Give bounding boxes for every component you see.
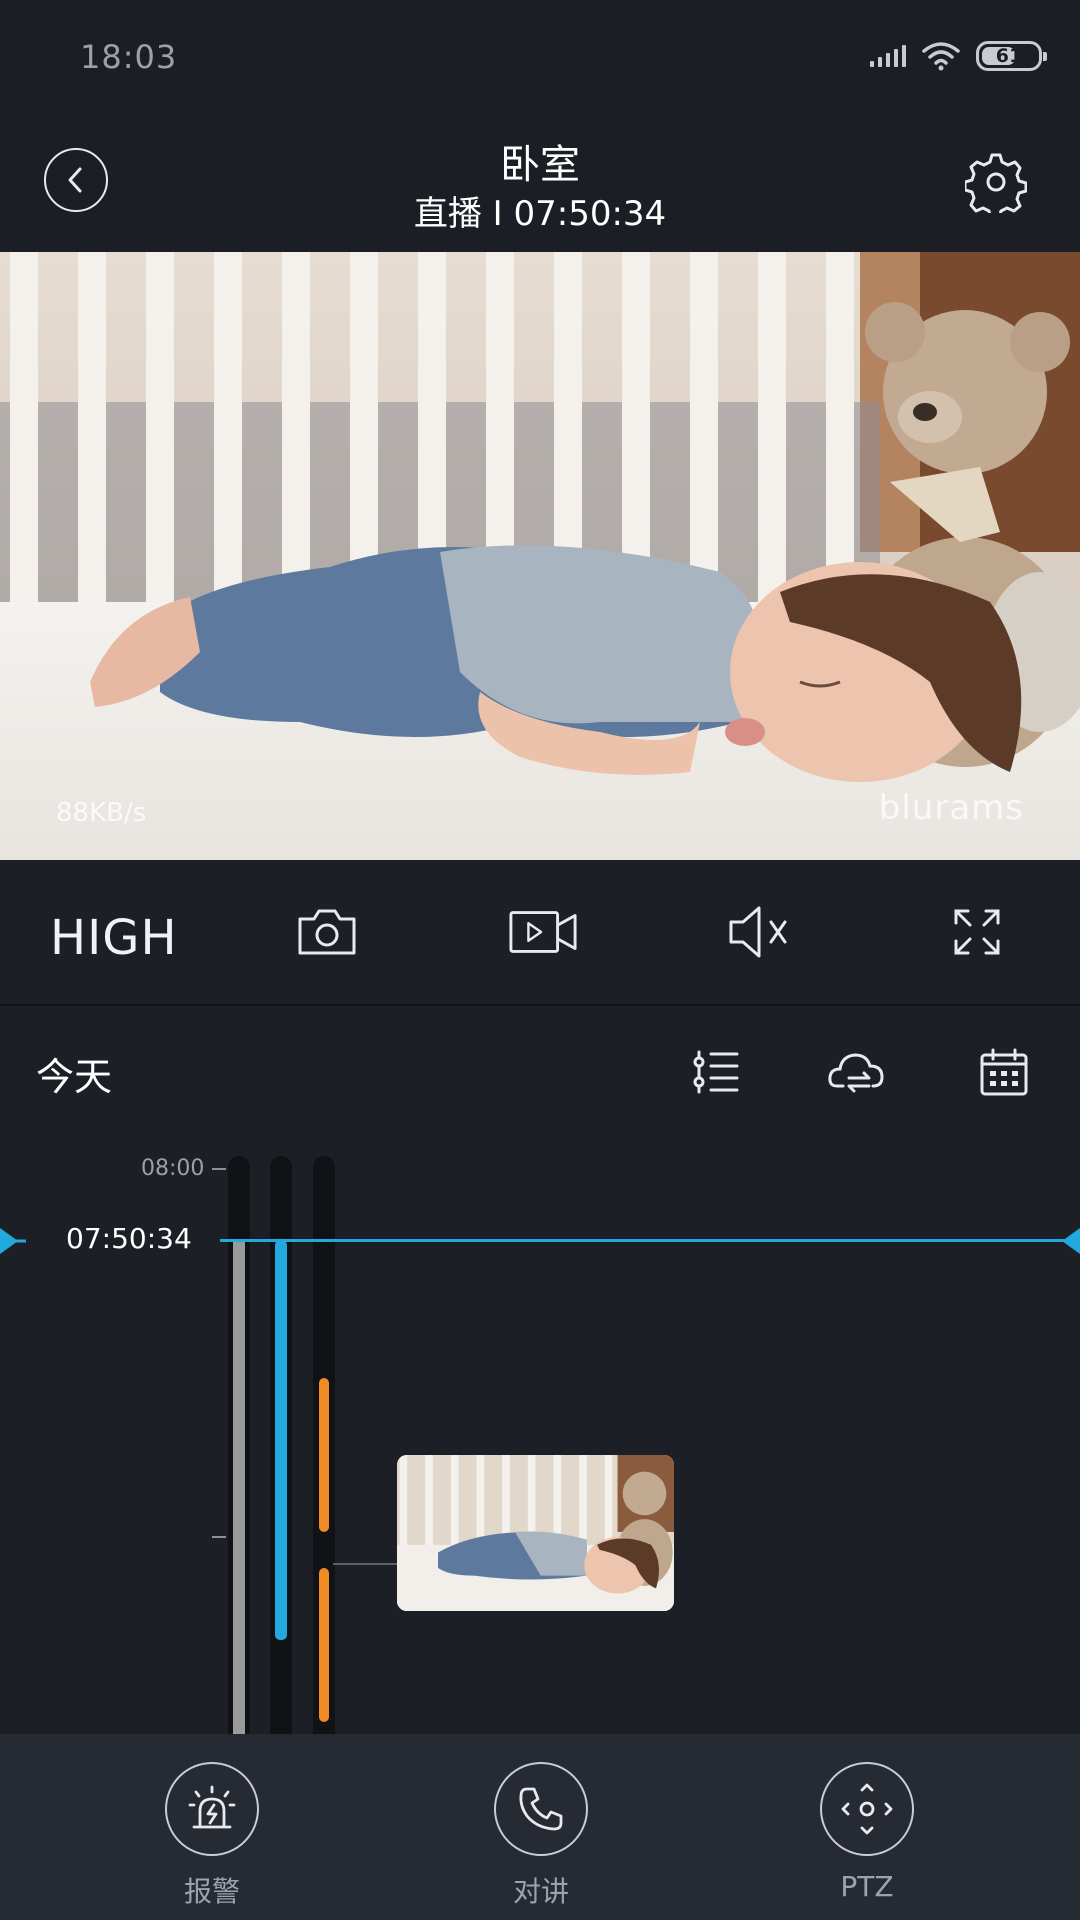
live-status: 直播 I 07:50:34 [413,194,667,234]
calendar-button[interactable] [974,1042,1034,1102]
event-segment[interactable] [319,1568,329,1722]
playhead-left-marker [0,1228,26,1254]
list-icon [693,1050,739,1094]
alarm-icon [188,1785,236,1829]
status-bar: 18:03 61 [0,0,1080,112]
status-icons: 61 [870,40,1047,72]
header: 卧室 直播 I 07:50:34 [0,112,1080,252]
camera-icon [298,909,356,955]
event-list-button[interactable] [686,1042,746,1102]
signal-icon [870,45,906,67]
event-segment[interactable] [319,1378,329,1532]
alarm-circle [165,1762,259,1856]
intercom-button[interactable]: 对讲 [471,1762,611,1910]
brand-watermark: blurams [878,788,1024,828]
quality-button[interactable]: HIGH [50,910,178,966]
bitrate: 88KB/s [56,798,147,828]
continuous-recording-segment[interactable] [233,1240,245,1734]
battery-level: 61 [995,45,1023,67]
timeline-track-events [313,1156,335,1734]
fullscreen-icon [954,909,1000,955]
timeline-track-continuous [228,1156,250,1734]
current-time: 07:50:34 [66,1222,192,1255]
playhead-line [220,1239,1070,1242]
wifi-icon [922,42,960,71]
alarm-label: 报警 [183,1875,240,1908]
cloud-sync-icon [828,1053,884,1093]
ptz-label: PTZ [840,1870,894,1903]
snapshot-button[interactable] [292,900,362,964]
intercom-circle [494,1762,588,1856]
ptz-icon [841,1783,893,1835]
intercom-label: 对讲 [512,1875,569,1908]
live-video[interactable]: 88KB/s blurams [0,252,1080,860]
hour-tick-label: 08:00 [141,1156,205,1181]
video-record-icon [509,911,577,953]
date-label[interactable]: 今天 [36,1046,112,1101]
settings-button[interactable] [964,150,1028,214]
video-frame [0,252,1080,860]
record-button[interactable] [508,900,578,964]
ptz-button[interactable]: PTZ [797,1762,937,1903]
calendar-icon [980,1048,1028,1096]
battery-icon: 61 [976,41,1047,71]
thumbnail-connector [333,1563,397,1565]
bottom-action-bar: 报警 对讲 PTZ [0,1734,1080,1920]
timeline-track-cloud [270,1156,292,1734]
timeline-toolbar: 今天 [0,1006,1080,1136]
gear-icon [965,153,1027,213]
video-controls: HIGH [0,860,1080,1006]
ptz-circle [820,1762,914,1856]
mute-button[interactable] [724,900,794,964]
playhead-right-marker [1062,1228,1080,1254]
alarm-button[interactable]: 报警 [142,1762,282,1910]
status-time: 18:03 [80,38,178,76]
half-hour-tick [212,1536,226,1538]
mute-icon [729,906,787,958]
page-title: 卧室 [500,142,580,188]
cloud-recording-segment[interactable] [275,1240,287,1640]
event-thumbnail[interactable] [397,1455,674,1611]
fullscreen-button[interactable] [942,900,1012,964]
cloud-sync-button[interactable] [826,1042,886,1102]
thumbnail-image [397,1455,674,1611]
recording-timeline[interactable]: 08:00 07:50:34 [0,1136,1080,1734]
phone-icon [519,1787,563,1831]
hour-tick [212,1168,226,1170]
